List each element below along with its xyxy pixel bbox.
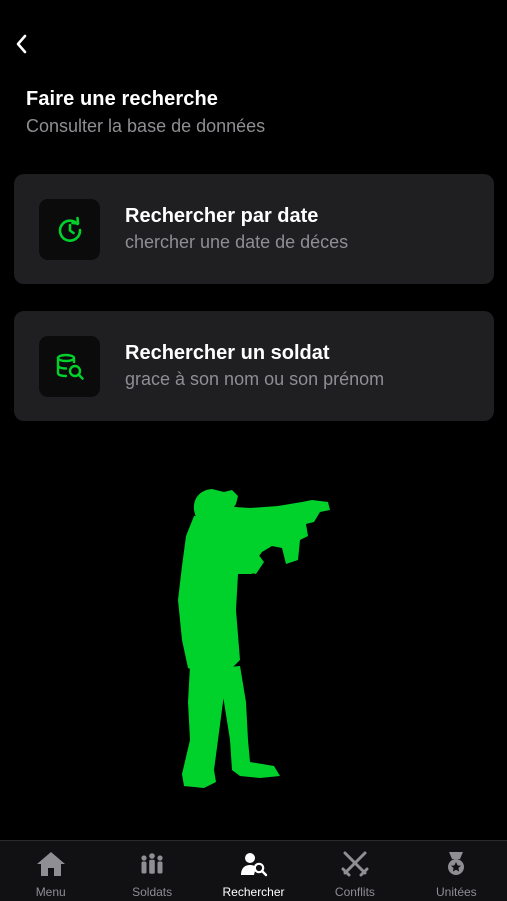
card-title: Rechercher un soldat <box>125 342 330 364</box>
medal-icon <box>441 849 471 879</box>
user-search-icon <box>239 849 269 879</box>
tab-conflits[interactable]: Conflits <box>304 841 405 901</box>
page-title: Faire une recherche <box>26 88 218 110</box>
soldier-silhouette-illustration <box>178 489 330 788</box>
soldiers-icon <box>137 849 167 879</box>
page-header: Faire une recherche Consulter la base de… <box>26 88 265 137</box>
tab-soldats[interactable]: Soldats <box>101 841 202 901</box>
home-icon <box>36 849 66 879</box>
tab-label: Conflits <box>334 885 375 899</box>
back-button[interactable] <box>10 32 32 56</box>
database-search-icon <box>39 336 100 397</box>
tab-bar: Menu Soldats Rechercher Conflits Unitées <box>0 840 507 901</box>
search-by-date-card[interactable]: Rechercher par date chercher une date de… <box>14 174 494 284</box>
tab-rechercher[interactable]: Rechercher <box>203 841 304 901</box>
tab-unitees[interactable]: Unitées <box>406 841 507 901</box>
card-title: Rechercher par date <box>125 205 319 227</box>
tab-label: Unitées <box>435 885 477 899</box>
card-subtitle: chercher une date de déces <box>125 232 349 252</box>
tab-menu[interactable]: Menu <box>0 841 101 901</box>
tab-label: Menu <box>35 885 66 899</box>
tab-label: Rechercher <box>222 885 285 899</box>
tab-label: Soldats <box>132 885 173 899</box>
crossed-swords-icon <box>340 849 370 879</box>
clock-refresh-icon <box>39 199 100 260</box>
page-subtitle: Consulter la base de données <box>26 116 266 136</box>
search-soldier-card[interactable]: Rechercher un soldat grace à son nom ou … <box>14 311 494 421</box>
chevron-left-icon <box>16 34 27 54</box>
card-subtitle: grace à son nom ou son prénom <box>125 369 385 389</box>
